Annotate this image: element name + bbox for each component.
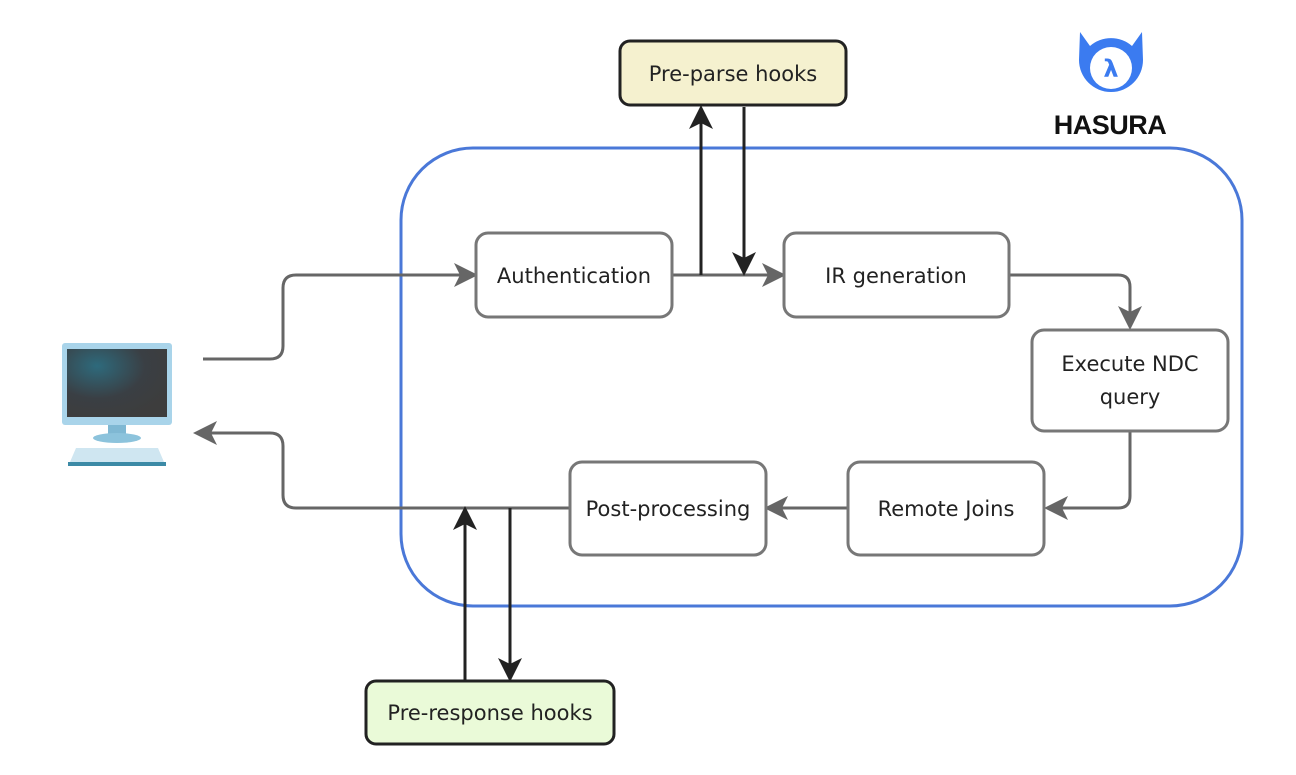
node-pre-response-hooks: Pre-response hooks — [364, 679, 616, 746]
node-pre-parse-hooks: Pre-parse hooks — [618, 39, 848, 107]
execute-ndc-query-label-line1: Execute NDC — [1061, 352, 1198, 376]
post-processing-label: Post-processing — [586, 497, 751, 521]
remote-joins-label: Remote Joins — [878, 497, 1015, 521]
node-ir-generation: IR generation — [782, 231, 1011, 319]
node-remote-joins: Remote Joins — [846, 460, 1046, 557]
desktop-computer-icon — [62, 343, 172, 466]
ir-generation-label: IR generation — [825, 264, 967, 288]
edge-client-to-authentication — [203, 263, 478, 361]
execute-ndc-query-label-line2: query — [1100, 385, 1161, 409]
node-post-processing: Post-processing — [568, 460, 768, 557]
edge-execute-to-remote-joins — [1044, 431, 1132, 520]
svg-text:λ: λ — [1103, 55, 1118, 83]
logo-text: HASURA — [1054, 110, 1167, 140]
pre-response-hooks-label: Pre-response hooks — [387, 701, 592, 725]
edge-ir-generation-to-execute — [1009, 273, 1142, 330]
hasura-logo: λ HASURA — [1054, 32, 1167, 140]
authentication-label: Authentication — [497, 264, 651, 288]
pre-parse-hooks-label: Pre-parse hooks — [649, 62, 817, 86]
request-flow-diagram: λ HASURA Pre-parse hooks Authentication … — [62, 32, 1244, 746]
edge-post-processing-to-client — [193, 421, 570, 510]
node-execute-ndc-query: Execute NDC query — [1030, 328, 1230, 433]
node-authentication: Authentication — [474, 231, 674, 319]
